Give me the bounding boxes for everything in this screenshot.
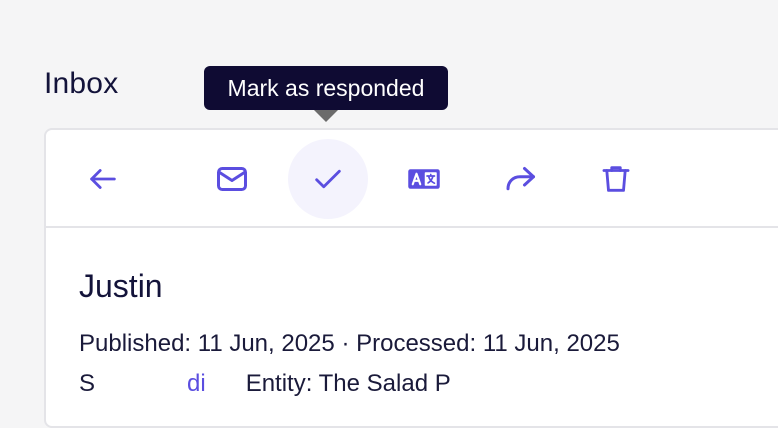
mark-as-responded-button[interactable]: [288, 139, 368, 219]
message-dates: Published: 11 Jun, 2025 · Processed: 11 …: [79, 328, 620, 360]
tooltip-arrow: [314, 110, 338, 122]
message-card: Justin Published: 11 Jun, 2025 · Process…: [44, 128, 778, 428]
arrow-left-icon: [90, 169, 116, 189]
processed-date: 11 Jun, 2025: [482, 330, 620, 357]
translate-button[interactable]: [384, 139, 464, 219]
page-title: Inbox: [44, 67, 119, 101]
meta-separator: ·: [341, 330, 350, 357]
sender-name: Justin: [79, 268, 163, 304]
delete-button[interactable]: [576, 139, 656, 219]
envelope-icon: [217, 167, 247, 191]
published-label: Published:: [79, 330, 192, 357]
entity-label: Entity:: [245, 370, 313, 397]
forward-button[interactable]: [480, 139, 560, 219]
message-detail: Justin Published: 11 Jun, 2025 · Process…: [46, 228, 778, 426]
published-date: 11 Jun, 2025: [197, 330, 335, 357]
message-source-line: Sdi Entity: The Salad P: [79, 368, 451, 400]
source-label: S: [79, 370, 96, 397]
entity-value: The Salad P: [318, 370, 451, 397]
processed-label: Processed:: [356, 330, 477, 357]
trash-icon: [602, 166, 630, 192]
source-link[interactable]: di: [187, 370, 206, 397]
mark-unread-button[interactable]: [192, 139, 272, 219]
mark-as-responded-tooltip: Mark as responded: [204, 66, 448, 110]
message-toolbar: [46, 130, 778, 228]
check-icon: [315, 169, 341, 189]
forward-icon: [506, 167, 535, 191]
translate-icon: [408, 169, 440, 189]
back-button[interactable]: [63, 139, 143, 219]
